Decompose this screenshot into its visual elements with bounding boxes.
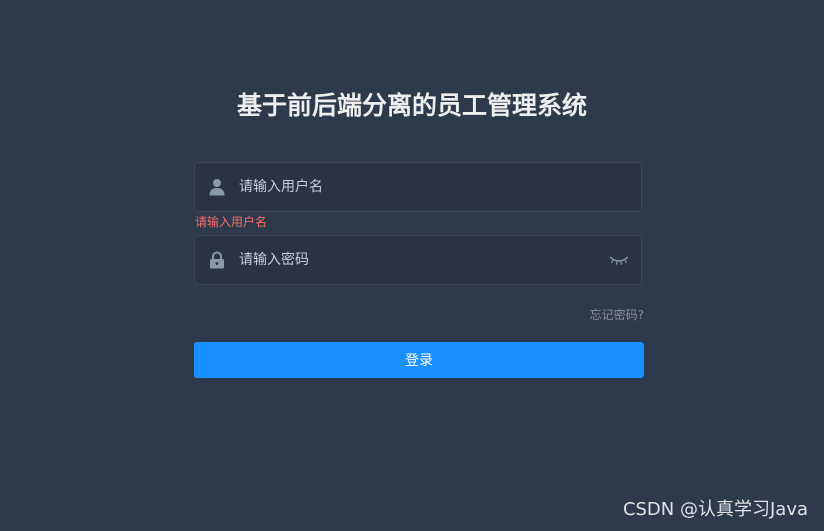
username-field[interactable] <box>194 162 642 212</box>
forgot-password-link[interactable]: 忘记密码? <box>590 307 644 323</box>
lock-icon <box>210 251 224 269</box>
page-title: 基于前后端分离的员工管理系统 <box>236 91 587 120</box>
password-input[interactable] <box>239 236 599 284</box>
password-field[interactable] <box>194 235 642 285</box>
login-button[interactable]: 登录 <box>194 342 644 378</box>
watermark: CSDN @认真学习Java <box>622 499 808 520</box>
eye-closed-icon[interactable] <box>609 253 629 267</box>
username-error-message: 请输入用户名 <box>195 215 268 229</box>
user-icon <box>209 179 225 196</box>
username-input[interactable] <box>239 163 599 211</box>
